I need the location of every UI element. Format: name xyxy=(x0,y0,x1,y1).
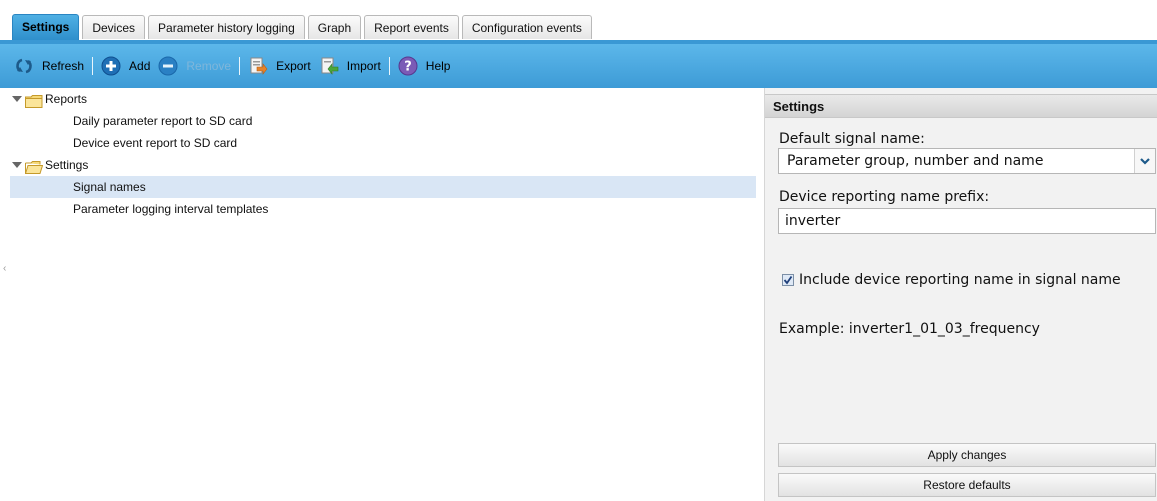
tree-panel: Reports Daily parameter report to SD car… xyxy=(10,88,758,501)
include-name-checkbox[interactable] xyxy=(782,274,794,286)
tab-report-events[interactable]: Report events xyxy=(364,15,459,39)
refresh-label: Refresh xyxy=(42,59,85,73)
tab-devices[interactable]: Devices xyxy=(82,15,146,39)
default-signal-name-select[interactable]: Parameter group, number and name xyxy=(778,148,1156,174)
toolbar-separator xyxy=(239,57,241,75)
tree-label-reports: Reports xyxy=(45,92,88,106)
settings-panel: Settings Default signal name: Parameter … xyxy=(764,88,1157,501)
help-button[interactable]: ? Help xyxy=(394,53,455,79)
toolbar-separator xyxy=(92,57,94,75)
expand-arrow-icon[interactable] xyxy=(12,96,22,102)
export-button[interactable]: Export xyxy=(244,53,315,79)
tree-node-reports[interactable]: Reports xyxy=(10,88,756,110)
refresh-icon xyxy=(14,56,34,76)
tab-parameter-history-logging[interactable]: Parameter history logging xyxy=(148,15,305,39)
default-signal-name-label: Default signal name: xyxy=(779,131,925,147)
include-name-checkbox-label[interactable]: Include device reporting name in signal … xyxy=(799,272,1121,288)
add-label: Add xyxy=(129,59,151,73)
restore-defaults-button[interactable]: Restore defaults xyxy=(778,473,1156,497)
tree-item-signal-names[interactable]: Signal names xyxy=(10,176,756,198)
help-icon: ? xyxy=(398,56,418,76)
export-icon xyxy=(248,56,268,76)
svg-text:?: ? xyxy=(404,60,412,75)
example-text: Example: inverter1_01_03_frequency xyxy=(779,321,1040,337)
help-label: Help xyxy=(425,59,451,73)
input-value: inverter xyxy=(785,213,841,229)
device-reporting-prefix-input[interactable]: inverter xyxy=(778,208,1156,234)
select-value: Parameter group, number and name xyxy=(787,153,1044,169)
tab-configuration-events[interactable]: Configuration events xyxy=(461,15,592,39)
tab-graph[interactable]: Graph xyxy=(307,15,362,39)
tree-item-parameter-logging-interval-templates[interactable]: Parameter logging interval templates xyxy=(10,198,756,220)
import-button[interactable]: Import xyxy=(315,53,385,79)
minus-circle-icon xyxy=(158,56,178,76)
panel-title: Settings xyxy=(765,94,1157,118)
tree-node-settings[interactable]: Settings xyxy=(10,154,756,176)
import-label: Import xyxy=(346,59,381,73)
tab-list: Settings Devices Parameter history loggi… xyxy=(12,14,595,40)
expand-arrow-icon[interactable] xyxy=(12,162,22,168)
tree-item-label: Signal names xyxy=(73,180,146,194)
dropdown-button[interactable] xyxy=(1134,149,1155,173)
remove-label: Remove xyxy=(186,59,232,73)
toolbar: Refresh Add Remove Export Import ? Help xyxy=(0,44,1157,88)
refresh-button[interactable]: Refresh xyxy=(10,53,88,79)
add-button[interactable]: Add xyxy=(97,53,154,79)
tree-item-label: Daily parameter report to SD card xyxy=(73,114,253,128)
apply-changes-button[interactable]: Apply changes xyxy=(778,443,1156,467)
chevron-down-icon xyxy=(1140,158,1150,165)
plus-circle-icon xyxy=(101,56,121,76)
checkmark-icon xyxy=(783,275,793,285)
import-icon xyxy=(319,56,339,76)
tab-bar: Settings Devices Parameter history loggi… xyxy=(0,0,1157,44)
remove-button[interactable]: Remove xyxy=(154,53,235,79)
device-reporting-prefix-label: Device reporting name prefix: xyxy=(779,189,990,205)
tree-label-settings: Settings xyxy=(45,158,89,172)
export-label: Export xyxy=(276,59,311,73)
tree-item-device-event-report[interactable]: Device event report to SD card xyxy=(10,132,756,154)
tab-settings[interactable]: Settings xyxy=(12,14,80,40)
splitter-handle[interactable]: ‹ xyxy=(3,263,6,283)
tree-item-label: Parameter logging interval templates xyxy=(73,202,269,216)
tree-item-daily-parameter-report[interactable]: Daily parameter report to SD card xyxy=(10,110,756,132)
toolbar-separator xyxy=(388,57,390,75)
tree-item-label: Device event report to SD card xyxy=(73,136,238,150)
